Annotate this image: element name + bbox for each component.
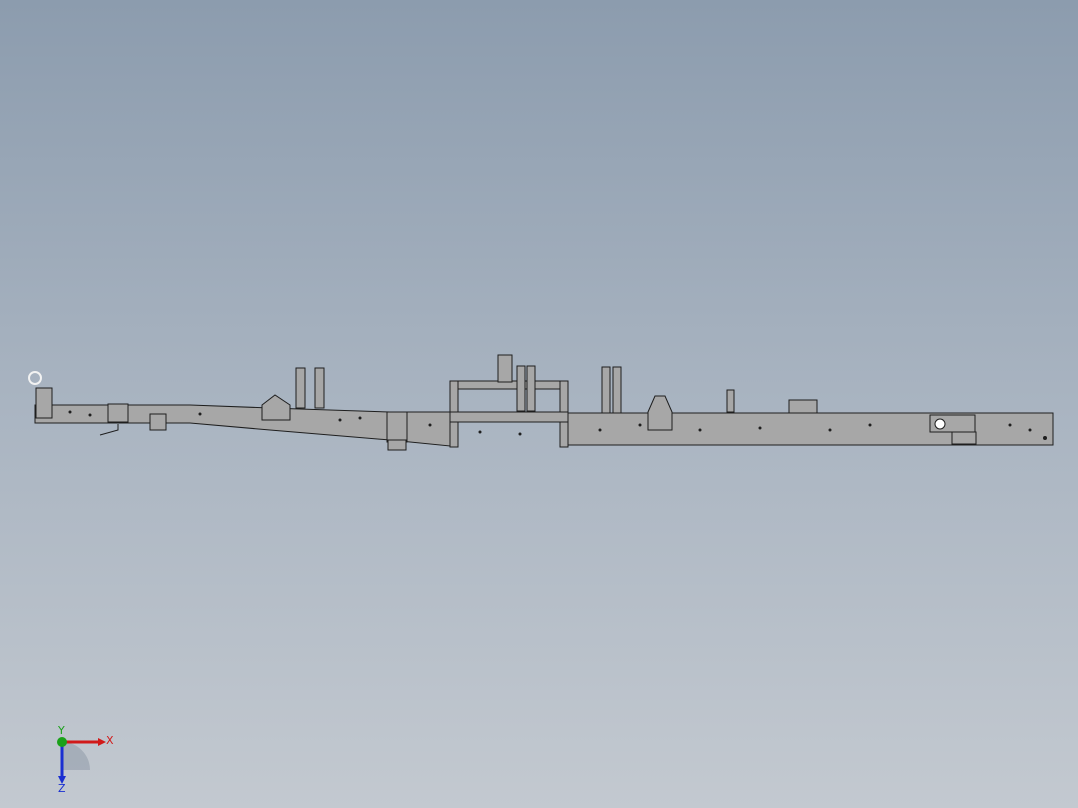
spring-hanger-right — [314, 367, 325, 409]
orientation-triad: X Y Z — [40, 724, 120, 795]
rear-rail — [567, 412, 1054, 446]
spring-hanger-left — [295, 367, 306, 409]
gusset-plate — [107, 403, 129, 423]
rear-hanger-2 — [612, 366, 622, 414]
front-bracket — [35, 387, 53, 419]
lower-bracket — [149, 413, 167, 431]
suspension-hanger — [99, 424, 119, 436]
frame-model[interactable] — [0, 0, 1078, 808]
mount-column — [497, 354, 513, 383]
small-post — [726, 389, 735, 413]
rear-box — [788, 399, 818, 414]
mid-joint-plate — [386, 411, 408, 443]
x-arrow-head — [98, 738, 106, 746]
mid-joint-lower — [387, 439, 407, 451]
rear-hanger-1 — [601, 366, 611, 414]
mount-column-2 — [516, 365, 526, 412]
rear-lower-block — [951, 431, 977, 445]
mount-column-3 — [526, 365, 536, 412]
z-axis-label: Z — [58, 782, 66, 794]
rear-pivot — [934, 418, 946, 430]
x-axis-label: X — [106, 734, 114, 747]
engine-mount-rail — [449, 411, 569, 423]
tow-hook — [28, 371, 42, 385]
rear-bracket — [647, 395, 673, 431]
graphics-viewport[interactable]: X Y Z — [0, 0, 1078, 808]
y-axis-dot — [57, 737, 67, 747]
y-axis-label: Y — [57, 724, 65, 737]
triad-shadow — [62, 742, 90, 770]
hanger-bracket — [261, 394, 291, 421]
